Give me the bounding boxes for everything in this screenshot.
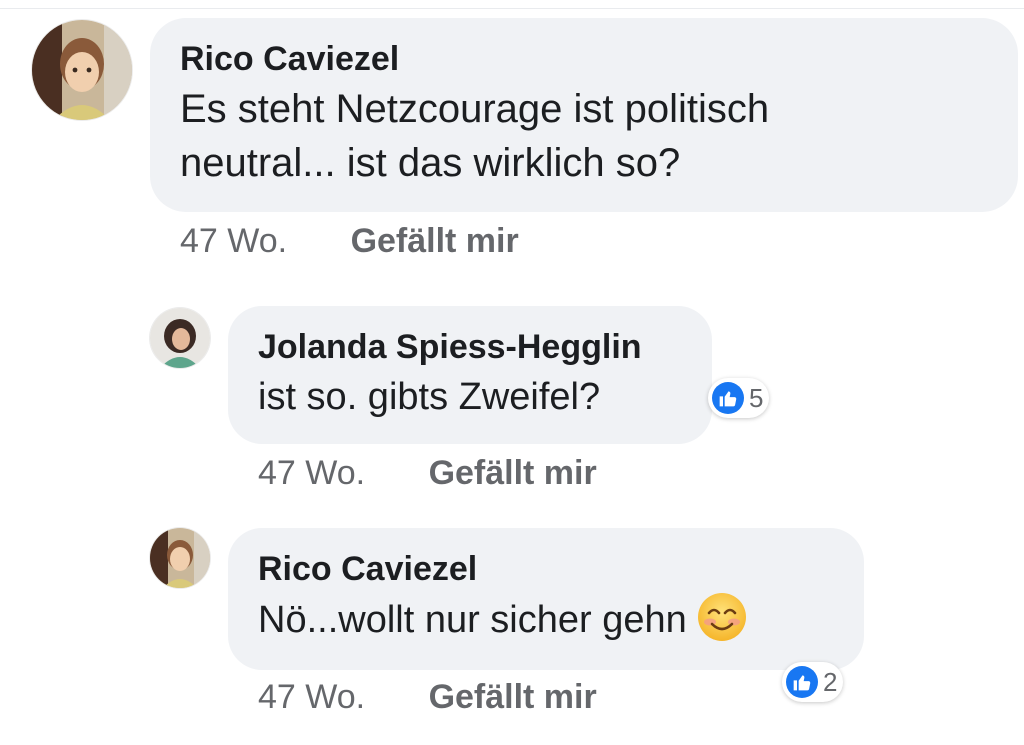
comment-text: neutral... ist das wirklich so? — [180, 141, 681, 185]
comment-meta: 47 Wo. Gefällt mir — [180, 222, 519, 261]
profile-photo-icon — [150, 528, 210, 588]
like-button[interactable]: Gefällt mir — [351, 222, 519, 260]
profile-photo-icon — [32, 20, 132, 120]
comment-bubble: Rico Caviezel Nö...wollt nur sicher gehn — [228, 528, 864, 670]
comment-text: Nö...wollt nur sicher gehn — [258, 592, 864, 648]
reaction-count: 5 — [749, 382, 764, 413]
comment-text: ist so. gibts Zweifel? — [258, 376, 601, 418]
like-button[interactable]: Gefällt mir — [429, 678, 597, 716]
profile-photo-icon — [150, 308, 210, 368]
avatar[interactable] — [32, 20, 132, 120]
comment-thread: Rico Caviezel Es steht Netzcourage ist p… — [0, 0, 1024, 745]
reaction-count: 2 — [823, 666, 838, 697]
like-button[interactable]: Gefällt mir — [429, 454, 597, 492]
reaction-count-badge[interactable]: 5 — [708, 378, 770, 418]
divider — [0, 8, 1024, 9]
timestamp[interactable]: 47 Wo. — [180, 222, 287, 260]
comment-bubble: Jolanda Spiess-Hegglin ist so. gibts Zwe… — [228, 306, 712, 444]
comment-bubble: Rico Caviezel Es steht Netzcourage ist p… — [150, 18, 1018, 212]
comment-meta: 47 Wo. Gefällt mir — [258, 678, 597, 717]
comment-author[interactable]: Jolanda Spiess-Hegglin — [258, 326, 712, 368]
reaction-count-badge[interactable]: 2 — [782, 662, 844, 702]
like-icon — [712, 382, 744, 414]
comment-author[interactable]: Rico Caviezel — [180, 38, 1018, 80]
comment-meta: 47 Wo. Gefällt mir — [258, 454, 597, 493]
avatar[interactable] — [150, 528, 210, 588]
timestamp[interactable]: 47 Wo. — [258, 678, 365, 716]
like-icon — [786, 666, 818, 698]
avatar[interactable] — [150, 308, 210, 368]
comment-author[interactable]: Rico Caviezel — [258, 548, 864, 590]
timestamp[interactable]: 47 Wo. — [258, 454, 365, 492]
comment-text: Es steht Netzcourage ist politisch — [180, 87, 770, 131]
smiling-face-icon — [697, 592, 747, 642]
comment-text-content: Nö...wollt nur sicher gehn — [258, 599, 687, 641]
